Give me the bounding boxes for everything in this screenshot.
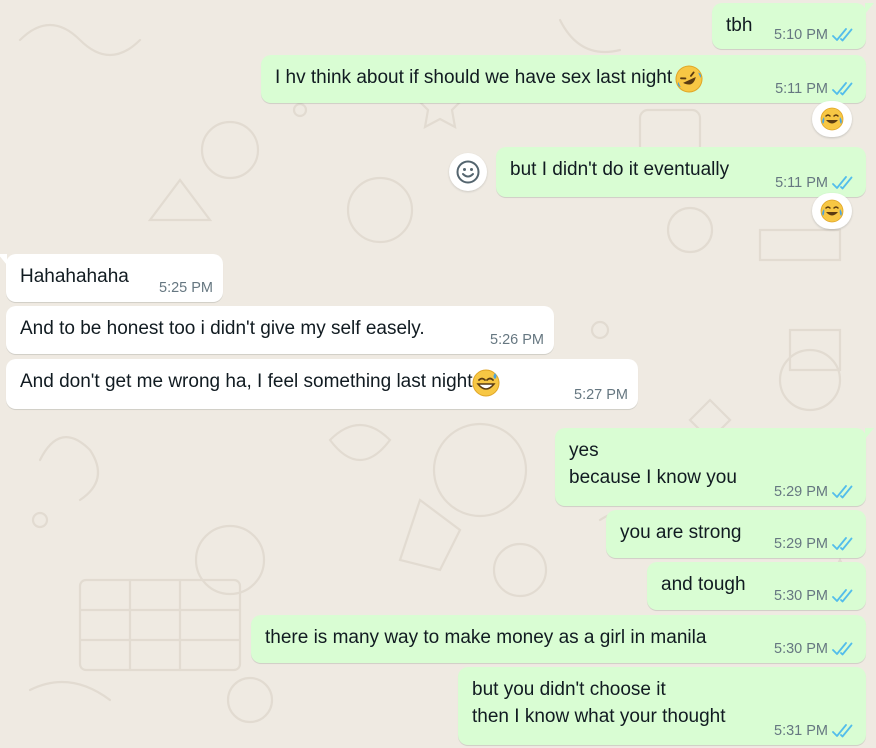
message-time: 5:29 PM xyxy=(774,484,828,500)
message-meta: 5:11 PM xyxy=(775,175,856,191)
double-check-icon xyxy=(832,485,853,499)
message-text: you are strong xyxy=(620,522,742,543)
incoming-message[interactable]: And don't get me wrong ha, I feel someth… xyxy=(6,359,638,409)
message-text: but I didn't do it eventually xyxy=(510,159,730,180)
message-meta: 5:30 PM xyxy=(774,588,856,604)
message-text: and tough xyxy=(661,574,746,595)
double-check-icon xyxy=(832,28,853,42)
message-time: 5:11 PM xyxy=(775,81,828,97)
message-text: tbh xyxy=(726,15,753,36)
message-meta: 5:10 PM xyxy=(774,27,856,43)
double-check-icon xyxy=(832,642,853,656)
double-check-icon xyxy=(832,82,853,96)
message-text: And to be honest too i didn't give my se… xyxy=(20,318,425,339)
message-meta: 5:29 PM xyxy=(774,536,856,552)
add-reaction-button[interactable] xyxy=(449,153,487,191)
message-reaction[interactable] xyxy=(812,193,852,229)
bubble-tail xyxy=(865,3,874,14)
outgoing-message[interactable]: tbh 5:10 PM xyxy=(712,3,874,49)
message-reaction[interactable] xyxy=(812,101,852,137)
face-with-tears-of-joy-icon xyxy=(820,199,844,223)
message-meta: 5:30 PM xyxy=(774,641,856,657)
message-meta: 5:27 PM xyxy=(574,387,628,403)
message-meta: 5:29 PM xyxy=(774,484,856,500)
incoming-message[interactable]: Hahahahaha 5:25 PM xyxy=(0,254,223,302)
message-time: 5:27 PM xyxy=(574,387,628,403)
bubble-tail xyxy=(865,428,874,439)
double-check-icon xyxy=(832,589,853,603)
message-text: I hv think about if should we have sex l… xyxy=(275,67,673,88)
message-meta: 5:11 PM xyxy=(775,81,856,97)
message-time: 5:30 PM xyxy=(774,641,828,657)
message-text: Hahahahaha xyxy=(20,266,129,287)
message-time: 5:30 PM xyxy=(774,588,828,604)
message-text: there is many way to make money as a gir… xyxy=(265,627,707,648)
message-meta: 5:25 PM xyxy=(159,280,213,296)
message-time: 5:26 PM xyxy=(490,332,544,348)
message-time: 5:11 PM xyxy=(775,175,828,191)
message-time: 5:29 PM xyxy=(774,536,828,552)
incoming-message[interactable]: And to be honest too i didn't give my se… xyxy=(6,306,554,354)
message-text: And don't get me wrong ha, I feel someth… xyxy=(20,371,473,392)
outgoing-message[interactable]: yes because I know you 5:29 PM xyxy=(555,428,874,506)
outgoing-message[interactable]: you are strong 5:29 PM xyxy=(606,510,866,558)
outgoing-message[interactable]: but I didn't do it eventually 5:11 PM xyxy=(496,147,866,197)
message-text: yes because I know you xyxy=(569,440,737,488)
double-check-icon xyxy=(832,537,853,551)
smiley-icon xyxy=(456,160,480,184)
outgoing-message[interactable]: but you didn't choose it then I know wha… xyxy=(458,667,866,745)
outgoing-message[interactable]: and tough 5:30 PM xyxy=(647,562,866,610)
bubble-tail xyxy=(0,254,7,265)
outgoing-message[interactable]: there is many way to make money as a gir… xyxy=(251,615,866,663)
message-meta: 5:31 PM xyxy=(774,723,856,739)
grinning-face-with-sweat-icon xyxy=(472,369,500,397)
message-time: 5:10 PM xyxy=(774,27,828,43)
message-time: 5:25 PM xyxy=(159,280,213,296)
message-time: 5:31 PM xyxy=(774,723,828,739)
outgoing-message[interactable]: I hv think about if should we have sex l… xyxy=(261,55,866,103)
message-text: but you didn't choose it then I know wha… xyxy=(472,679,726,727)
double-check-icon xyxy=(832,176,853,190)
rolling-on-floor-laughing-icon xyxy=(675,65,703,93)
double-check-icon xyxy=(832,724,853,738)
face-with-tears-of-joy-icon xyxy=(820,107,844,131)
message-meta: 5:26 PM xyxy=(490,332,544,348)
